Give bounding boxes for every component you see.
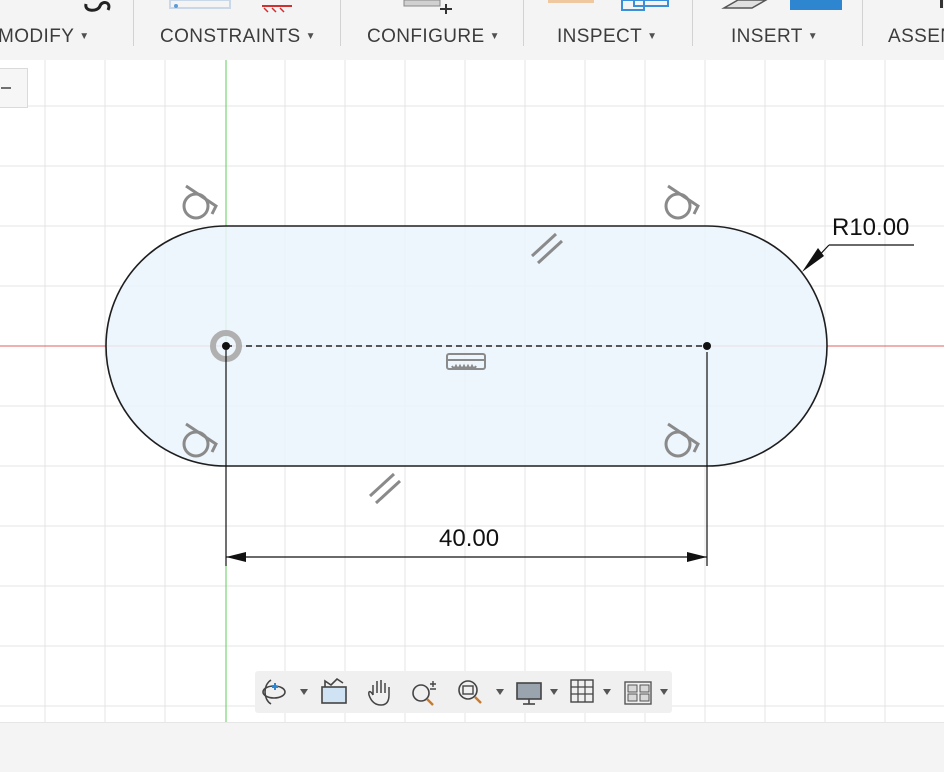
interference-icon[interactable] <box>621 0 669 11</box>
menu-insert[interactable]: INSERT ▼ <box>731 26 818 48</box>
chevron-down-icon: ▼ <box>489 31 500 42</box>
fit-zoom-icon <box>458 680 482 704</box>
grid-settings-tool[interactable] <box>568 675 598 709</box>
minus-icon <box>1 87 11 89</box>
sketch-viewport[interactable] <box>0 60 944 722</box>
arrowhead-left <box>226 552 246 562</box>
toolbar-divider <box>862 0 863 46</box>
radius-dimension-label[interactable]: R10.00 <box>832 215 909 241</box>
toolbar-divider <box>133 0 134 46</box>
zoom-icon <box>412 681 436 706</box>
fit-tool[interactable] <box>454 675 486 709</box>
orbit-dropdown-caret[interactable] <box>300 689 308 695</box>
status-bar <box>0 722 944 772</box>
tangent-icon[interactable] <box>182 184 218 220</box>
look-at-icon <box>321 677 347 704</box>
menu-modify-label: MODIFY <box>0 26 75 47</box>
sketch-canvas[interactable]: R10.00 40.00 <box>0 60 944 722</box>
toolbar-divider <box>340 0 341 46</box>
chevron-down-icon: ▼ <box>79 31 90 42</box>
display-dropdown-caret[interactable] <box>550 689 558 695</box>
menu-insert-label: INSERT <box>731 26 803 47</box>
orbit-tool[interactable] <box>259 675 289 709</box>
chevron-down-icon: ▼ <box>305 31 316 42</box>
measure-icon[interactable] <box>548 0 594 3</box>
fix-constraint-icon[interactable] <box>262 5 292 13</box>
look-at-tool[interactable] <box>319 675 349 709</box>
orbit-icon <box>262 679 286 705</box>
grid-dropdown-caret[interactable] <box>603 689 611 695</box>
viewports-tool[interactable] <box>623 675 655 709</box>
configure-table-icon[interactable] <box>403 0 452 14</box>
menu-configure[interactable]: CONFIGURE ▼ <box>367 26 500 48</box>
menu-inspect-label: INSPECT <box>557 26 643 47</box>
menu-constraints[interactable]: CONSTRAINTS ▼ <box>160 26 316 48</box>
viewports-icon <box>624 681 652 705</box>
insert-canvas-icon[interactable] <box>790 0 842 10</box>
parallel-icon[interactable] <box>368 472 402 505</box>
grid-settings-icon <box>570 679 594 703</box>
menu-modify[interactable]: MODIFY ▼ <box>0 26 90 48</box>
toolbar-divider <box>523 0 524 46</box>
menu-configure-label: CONFIGURE <box>367 26 485 47</box>
pan-hand-icon <box>368 680 390 706</box>
assemble-icon[interactable] <box>940 0 943 8</box>
menu-constraints-label: CONSTRAINTS <box>160 26 301 47</box>
display-settings-icon <box>516 682 542 705</box>
insert-derive-icon[interactable] <box>721 0 768 9</box>
display-settings-tool[interactable] <box>514 675 544 709</box>
navigation-bar <box>255 671 672 713</box>
collapse-panel-button[interactable] <box>0 68 28 108</box>
chevron-down-icon: ▼ <box>807 31 819 42</box>
menu-assemble-label: ASSEN <box>888 26 944 47</box>
fit-dropdown-caret[interactable] <box>496 689 504 695</box>
slot-center-point[interactable] <box>703 342 711 350</box>
zoom-tool[interactable] <box>409 675 441 709</box>
pan-tool[interactable] <box>365 675 395 709</box>
radius-dimension-leader[interactable] <box>802 244 914 272</box>
toolbar: MODIFY ▼ CONSTRAINTS ▼ CONFIGURE ▼ INSPECT ▼… <box>0 0 944 60</box>
viewports-dropdown-caret[interactable] <box>660 689 668 695</box>
menu-inspect[interactable]: INSPECT ▼ <box>557 26 657 48</box>
dimension-icon[interactable] <box>169 0 231 9</box>
arrowhead-right <box>687 552 707 562</box>
length-dimension-label[interactable]: 40.00 <box>439 526 499 552</box>
toolbar-divider <box>692 0 693 46</box>
tangent-icon[interactable] <box>664 184 700 220</box>
menu-assemble[interactable]: ASSEN <box>888 26 944 48</box>
chevron-down-icon: ▼ <box>647 31 658 42</box>
fillet-icon[interactable] <box>84 1 111 12</box>
